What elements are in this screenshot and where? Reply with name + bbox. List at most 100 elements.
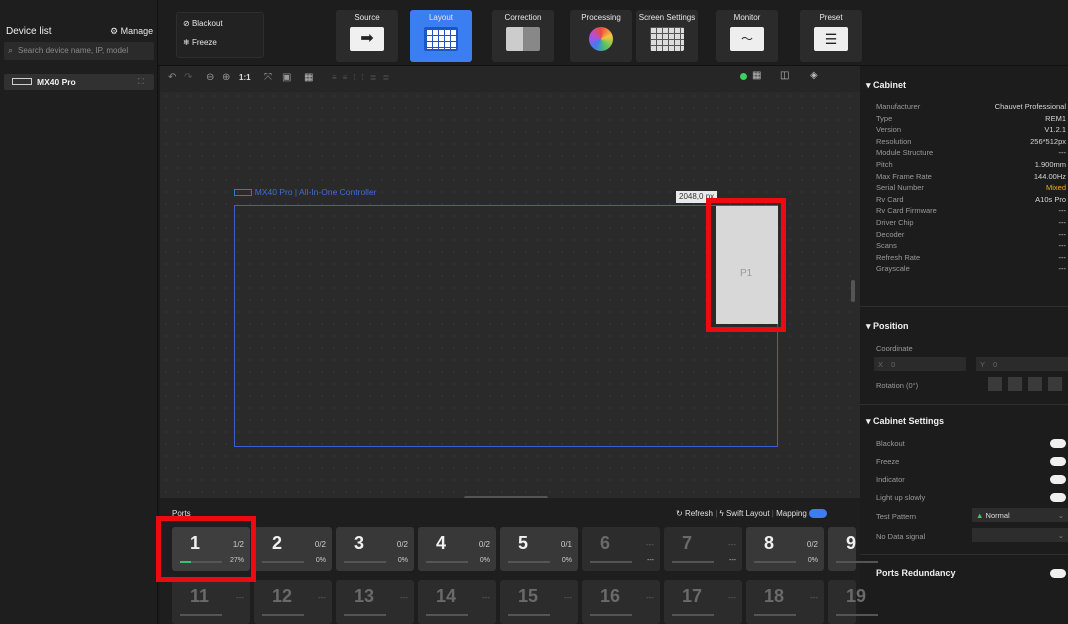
ports-redundancy-toggle[interactable] — [1050, 569, 1066, 578]
prop-value: 256*512px — [1030, 136, 1066, 146]
port-card[interactable]: 12 --- — [254, 580, 332, 624]
canvas-scrollbar[interactable] — [851, 280, 855, 302]
coordinate-label: Coordinate — [876, 344, 913, 353]
cabinet-prop-row: Module Structure --- — [876, 148, 1066, 159]
manage-button[interactable]: ⚙ Manage — [110, 26, 153, 37]
test-pattern-select[interactable]: ▲ Normal ⌄ — [972, 508, 1068, 522]
port-card[interactable]: 9 — [828, 527, 878, 571]
mapping-toggle[interactable] — [809, 509, 828, 519]
position-section[interactable]: ▾ Position — [866, 321, 909, 332]
indicator-toggle[interactable] — [1050, 475, 1066, 484]
port-number: 12 — [272, 586, 293, 606]
cabinet-settings-section[interactable]: ▾ Cabinet Settings — [866, 416, 944, 427]
prop-key: Module Structure — [876, 148, 934, 158]
cabinet-prop-row: Refresh Rate --- — [876, 253, 1066, 264]
y-input[interactable]: Y 0 — [976, 357, 1068, 371]
port-card[interactable]: 13 --- — [336, 580, 414, 624]
port-card[interactable]: 19 — [828, 580, 878, 624]
prop-value: REM1 — [1045, 113, 1066, 123]
view-grid-icon[interactable]: ▦ — [752, 70, 761, 81]
setting-freeze-label: Freeze — [876, 457, 900, 466]
prop-key: Pitch — [876, 160, 893, 169]
port-percent: 0% — [807, 557, 818, 564]
freeze-button[interactable]: ❄ Freeze — [183, 38, 217, 47]
port-card[interactable]: 18 --- — [746, 580, 824, 624]
grid-icon[interactable]: ▦ — [304, 72, 313, 83]
refresh-button[interactable]: ↻ Refresh — [676, 509, 713, 518]
port-card[interactable]: 7 --- --- — [664, 527, 742, 571]
tab-layout[interactable]: Layout — [410, 10, 472, 62]
port-card[interactable]: 16 --- — [582, 580, 660, 624]
prop-key: Grayscale — [876, 264, 910, 274]
layers-icon[interactable]: ◈ — [810, 70, 818, 81]
divider — [860, 306, 1068, 307]
controller-area[interactable] — [234, 205, 778, 447]
port-number: 15 — [518, 586, 539, 606]
freeze-toggle[interactable] — [1050, 457, 1066, 466]
undo-icon[interactable]: ↶ — [168, 72, 176, 83]
cabinet-prop-row: Grayscale --- — [876, 264, 1066, 275]
y-label: Y — [980, 360, 985, 369]
rotate-0-icon[interactable] — [988, 377, 1002, 391]
zoom-in-icon[interactable]: ⊕ — [222, 72, 230, 83]
port-number: 19 — [846, 586, 867, 606]
port-card[interactable]: 14 --- — [418, 580, 496, 624]
port-card[interactable]: 17 --- — [664, 580, 742, 624]
x-input[interactable]: X 0 — [874, 357, 966, 371]
align-icons[interactable]: ≡≡⁞⁞≣≣ — [332, 73, 395, 82]
rotate-180-icon[interactable] — [1028, 377, 1042, 391]
port-fraction: --- — [646, 540, 654, 549]
tab-preset[interactable]: Preset ☰ — [800, 10, 862, 62]
port-load-bar — [344, 561, 386, 563]
redo-icon[interactable]: ↷ — [184, 72, 192, 83]
zoom-out-icon[interactable]: ⊖ — [206, 72, 214, 83]
cabinet-prop-row: Resolution 256*512px — [876, 137, 1066, 148]
light-up-toggle[interactable] — [1050, 493, 1066, 502]
view-window-icon[interactable]: ◫ — [780, 70, 789, 81]
port-number: 11 — [190, 586, 210, 606]
tab-correction[interactable]: Correction — [492, 10, 554, 62]
device-item[interactable]: MX40 Pro ⛶ — [4, 74, 154, 90]
port-card[interactable]: 11 --- — [172, 580, 250, 624]
search-input[interactable]: ⌕ Search device name, IP, model — [4, 42, 154, 60]
no-data-select[interactable]: ⌄ — [972, 528, 1068, 542]
port-number: 18 — [764, 586, 785, 606]
tab-processing[interactable]: Processing — [570, 10, 632, 62]
port-load-bar — [836, 614, 878, 616]
port-card[interactable]: 8 0/2 0% — [746, 527, 824, 571]
prop-value: --- — [1058, 264, 1067, 274]
rotation-buttons[interactable] — [988, 377, 1068, 391]
port-fraction: 0/2 — [314, 540, 326, 549]
status-dot-icon — [740, 73, 747, 80]
swift-layout-button[interactable]: ϟ Swift Layout — [720, 509, 770, 518]
locate-icon[interactable]: ⛶ — [138, 77, 144, 87]
port-card[interactable]: 4 0/2 0% — [418, 527, 496, 571]
port-card[interactable]: 2 0/2 0% — [254, 527, 332, 571]
blackout-toggle[interactable] — [1050, 439, 1066, 448]
port-card[interactable]: 15 --- — [500, 580, 578, 624]
center-icon[interactable]: ▣ — [282, 72, 291, 83]
tab-source[interactable]: Source ➡ — [336, 10, 398, 62]
fit-icon[interactable]: ⤧ — [264, 72, 272, 83]
port-number: 9 — [846, 533, 857, 553]
manage-label: Manage — [120, 26, 154, 36]
rotate-270-icon[interactable] — [1048, 377, 1062, 391]
tab-screen-settings[interactable]: Screen Settings — [636, 10, 698, 62]
prop-key: Serial Number — [876, 183, 924, 193]
chevron-down-icon: ▾ — [866, 416, 871, 426]
controller-title: MX40 Pro | All-In-One Controller — [254, 187, 377, 197]
cabinet-settings-title: Cabinet Settings — [873, 416, 945, 426]
port-card[interactable]: 3 0/2 0% — [336, 527, 414, 571]
port-number: 7 — [682, 533, 693, 553]
zoom-reset-button[interactable]: 1:1 — [239, 73, 251, 82]
port-load-bar — [754, 561, 796, 563]
tab-screen-settings-label: Screen Settings — [638, 13, 696, 22]
tab-monitor[interactable]: Monitor 〜 — [716, 10, 778, 62]
blackout-button[interactable]: ⊘ Blackout — [183, 19, 223, 28]
port-card[interactable]: 5 0/1 0% — [500, 527, 578, 571]
cabinet-section[interactable]: ▾ Cabinet — [866, 80, 906, 91]
port-card[interactable]: 6 --- --- — [582, 527, 660, 571]
setting-blackout: Blackout — [876, 439, 1066, 450]
rotate-90-icon[interactable] — [1008, 377, 1022, 391]
cabinet-prop-row: Rv Card A10s Pro — [876, 195, 1066, 206]
